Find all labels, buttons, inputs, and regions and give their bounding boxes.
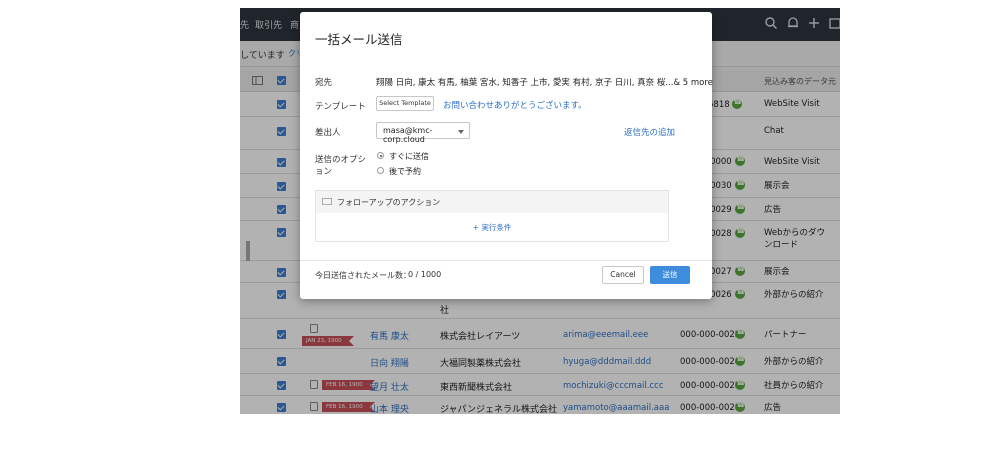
add-reply-to-link[interactable]: 返信先の追加 bbox=[624, 126, 675, 138]
dialog-footer: 今日送信されたメール数： 0 / 1000 Cancel 送信 bbox=[300, 260, 712, 299]
from-select-value: masa@kmc-corp.cloud bbox=[383, 126, 433, 144]
envelope-icon bbox=[322, 198, 332, 205]
send-button[interactable]: 送信 bbox=[650, 266, 690, 284]
dialog-title: 一括メール送信 bbox=[315, 32, 403, 47]
followup-title: フォローアップのアクション bbox=[337, 198, 441, 207]
add-condition-link[interactable]: + 実行条件 bbox=[316, 222, 668, 233]
sent-today-count: 0 / 1000 bbox=[408, 270, 442, 279]
scrollbar-handle[interactable] bbox=[246, 241, 250, 261]
from-label: 差出人 bbox=[315, 128, 341, 138]
send-now-label[interactable]: すぐに送信 bbox=[389, 151, 429, 162]
chevron-down-icon bbox=[458, 130, 464, 134]
followup-action-panel: フォローアップのアクション + 実行条件 bbox=[315, 190, 669, 242]
from-select[interactable]: masa@kmc-corp.cloud bbox=[376, 122, 470, 144]
selected-template-name[interactable]: お問い合わせありがとうございます。 bbox=[443, 99, 587, 111]
template-label: テンプレート bbox=[315, 102, 366, 112]
schedule-later-radio[interactable] bbox=[377, 167, 384, 174]
select-template-button[interactable]: Select Template bbox=[376, 96, 434, 111]
recipients-list[interactable]: 翔陽 日向, 康太 有馬, 柚葉 宮水, 知香子 上市, 愛実 有村, 京子 日… bbox=[376, 76, 713, 88]
schedule-later-label[interactable]: 後で予約 bbox=[389, 166, 421, 177]
sent-today-label: 今日送信されたメール数： bbox=[315, 271, 411, 280]
followup-header: フォローアップのアクション bbox=[316, 191, 668, 213]
to-label: 宛先 bbox=[315, 78, 333, 88]
cancel-button[interactable]: Cancel bbox=[602, 266, 644, 284]
send-now-radio[interactable] bbox=[377, 152, 384, 159]
send-options-label: 送信のオプション bbox=[315, 155, 367, 177]
mass-email-dialog: 一括メール送信 宛先 翔陽 日向, 康太 有馬, 柚葉 宮水, 知香子 上市, … bbox=[300, 12, 713, 299]
app-screenshot: 先 取引先 商 しています クリ 見込み客のデータ元 6818 ☎ WebSit… bbox=[240, 8, 840, 414]
